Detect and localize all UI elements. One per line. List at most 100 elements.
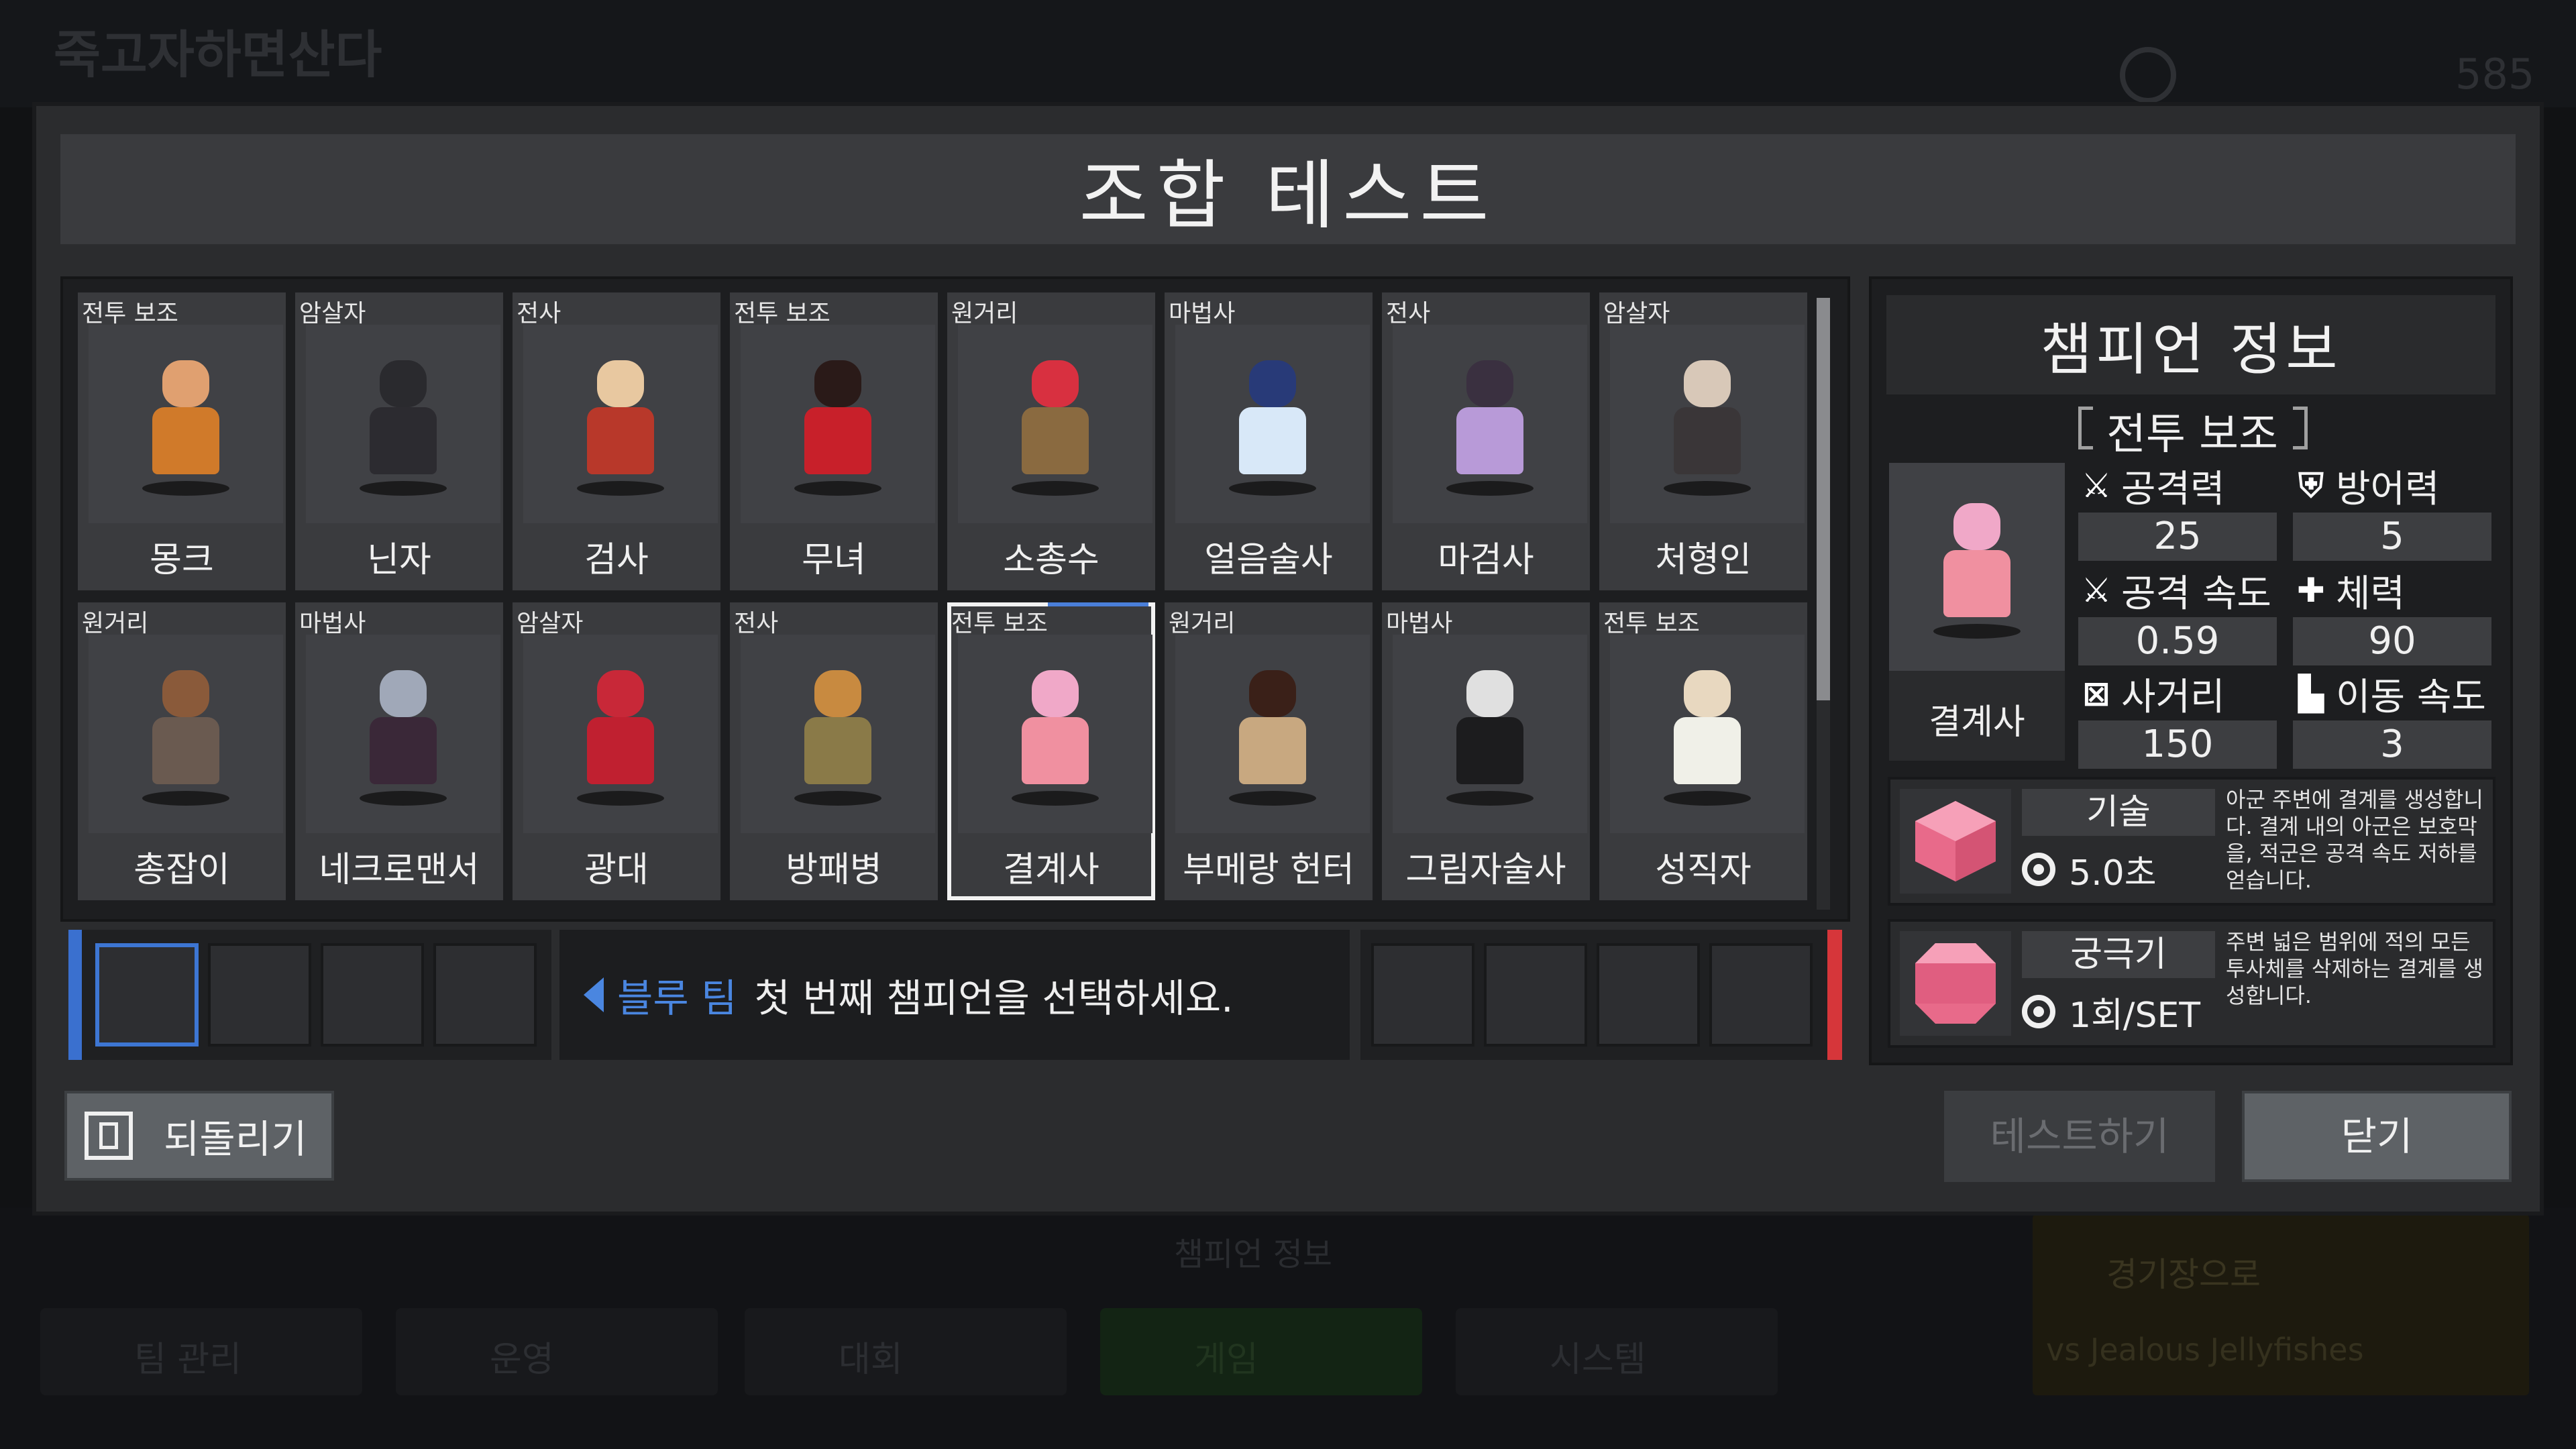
stat-defense-value: 5 [2293,513,2491,561]
champion-sprite [564,347,678,501]
champion-name: 검사 [584,540,649,580]
match-opponent: vs Jealous Jellyfishes [2046,1332,2364,1368]
champion-card[interactable]: 마법사 그림자술사 [1382,602,1590,900]
skill-panel: 기술 5.0초 아군 주변에 결계를 생성합니다. 결계 내의 아군은 보호막을… [1888,777,2496,906]
champion-portrait [523,325,718,523]
champion-name: 얼음술사 [1204,540,1333,580]
champion-role: 전투 보조 [82,300,178,327]
stat-attack-speed: ⚔ 공격 속도 0.59 [2078,568,2277,667]
champion-name: 몽크 [150,540,214,580]
champion-name: 그림자술사 [1405,850,1566,890]
current-team-name: 블루 팀 [617,975,737,1021]
champion-card[interactable]: 전투 보조 성직자 [1599,602,1807,900]
champion-portrait [958,325,1152,523]
champion-card[interactable]: 암살자 처형인 [1599,292,1807,590]
champion-role: 전사 [517,300,561,327]
champion-role: 원거리 [951,300,1018,327]
champion-name: 총잡이 [133,850,230,890]
champion-card[interactable]: 마법사얼음술사 [1165,292,1373,590]
champion-role: 마법사 [299,610,366,637]
attack-speed-icon: ⚔ [2081,571,2112,610]
stat-hp-label: 체력 [2336,572,2406,616]
blue-slot-4[interactable] [433,943,537,1046]
champion-card[interactable]: 전투 보조몽크 [78,292,286,590]
champion-role: 전투 보조 [1603,610,1700,637]
champion-card[interactable]: 원거리총잡이 [78,602,286,900]
champion-card[interactable]: 전사검사 [513,292,720,590]
champion-card[interactable]: 원거리소총수 [947,292,1155,590]
tab-team-management[interactable]: 팀 관리 [40,1308,362,1395]
tab-tournament[interactable]: 대회 [745,1308,1067,1395]
red-slot-1[interactable] [1371,943,1474,1046]
stat-defense: ⛨ 방어력 5 [2293,463,2491,562]
tab-system[interactable]: 시스템 [1456,1308,1778,1395]
plus-icon: ✚ [2297,571,2325,610]
boot-icon: ▙ [2298,674,2324,713]
champion-name: 방패병 [786,850,882,890]
champion-portrait [1175,325,1370,523]
champion-portrait [741,325,935,523]
champion-role: 전투 보조 [734,300,830,327]
blue-slot-3[interactable] [321,943,424,1046]
champion-name: 처형인 [1655,540,1752,580]
champion-portrait [1393,325,1587,523]
champion-name: 부메랑 헌터 [1183,850,1354,890]
champion-sprite [1433,657,1547,811]
stat-attack-speed-label: 공격 속도 [2121,572,2271,616]
stat-hp-value: 90 [2293,617,2491,665]
champion-role: 원거리 [82,610,149,637]
champion-sprite [998,347,1112,501]
info-name: 결계사 [1929,702,2025,743]
stat-move-speed-value: 3 [2293,720,2491,769]
info-title: 챔피언 정보 [1886,295,2496,394]
champion-name: 마검사 [1438,540,1534,580]
champion-portrait [306,325,500,523]
stat-move-speed: ▙ 이동 속도 3 [2293,671,2491,770]
tab-operations[interactable]: 운영 [396,1308,718,1395]
red-slot-2[interactable] [1484,943,1587,1046]
champion-card[interactable]: 전사 마검사 [1382,292,1590,590]
champion-card[interactable]: 암살자 광대 [513,602,720,900]
barrier-mage-sprite [1920,490,2034,644]
red-slot-3[interactable] [1597,943,1700,1046]
undo-button[interactable]: 되돌리기 [64,1091,334,1181]
champion-card[interactable]: 암살자 닌자 [295,292,503,590]
champion-role: 암살자 [299,300,366,327]
champion-sprite [1650,347,1764,501]
ultimate-gem-icon [1900,931,2011,1036]
test-button[interactable]: 테스트하기 [1944,1091,2215,1182]
scrollbar-thumb[interactable] [1817,298,1830,700]
champion-sprite [781,347,895,501]
champion-sprite [998,657,1112,811]
blue-slot-1[interactable] [95,943,199,1046]
red-slot-4[interactable] [1709,943,1813,1046]
background-money: 585 [2455,50,2535,99]
champion-card[interactable]: 전사 방패병 [730,602,938,900]
blue-team-edge [68,930,82,1060]
go-to-arena-button[interactable]: 경기장으로 [2033,1214,2529,1395]
champion-role: 마법사 [1169,300,1236,327]
champion-name: 무녀 [802,540,866,580]
champion-name: 소총수 [1003,540,1099,580]
blue-slot-2[interactable] [208,943,311,1046]
background-team-title: 죽고자하면산다 [54,25,382,85]
champion-portrait [89,635,283,833]
champion-sprite [1216,657,1330,811]
tab-game[interactable]: 게임 [1100,1308,1422,1395]
red-team-slots [1360,930,1827,1060]
champion-card[interactable]: 마법사 네크로맨서 [295,602,503,900]
cooldown-icon [2022,853,2055,886]
champion-card[interactable]: 전투 보조 결계사 [947,602,1155,900]
champion-card[interactable]: 원거리 부메랑 헌터 [1165,602,1373,900]
champion-card[interactable]: 전투 보조무녀 [730,292,938,590]
champion-sprite [564,657,678,811]
undo-label: 되돌리기 [164,1116,307,1162]
stat-move-speed-label: 이동 속도 [2336,675,2486,719]
champion-sprite [346,657,460,811]
ultimate-label: 궁극기 [2022,931,2215,978]
close-button[interactable]: 닫기 [2242,1091,2512,1182]
red-team-edge [1827,930,1842,1060]
champion-name: 광대 [584,850,649,890]
champion-sprite [781,657,895,811]
champion-portrait [1393,635,1587,833]
